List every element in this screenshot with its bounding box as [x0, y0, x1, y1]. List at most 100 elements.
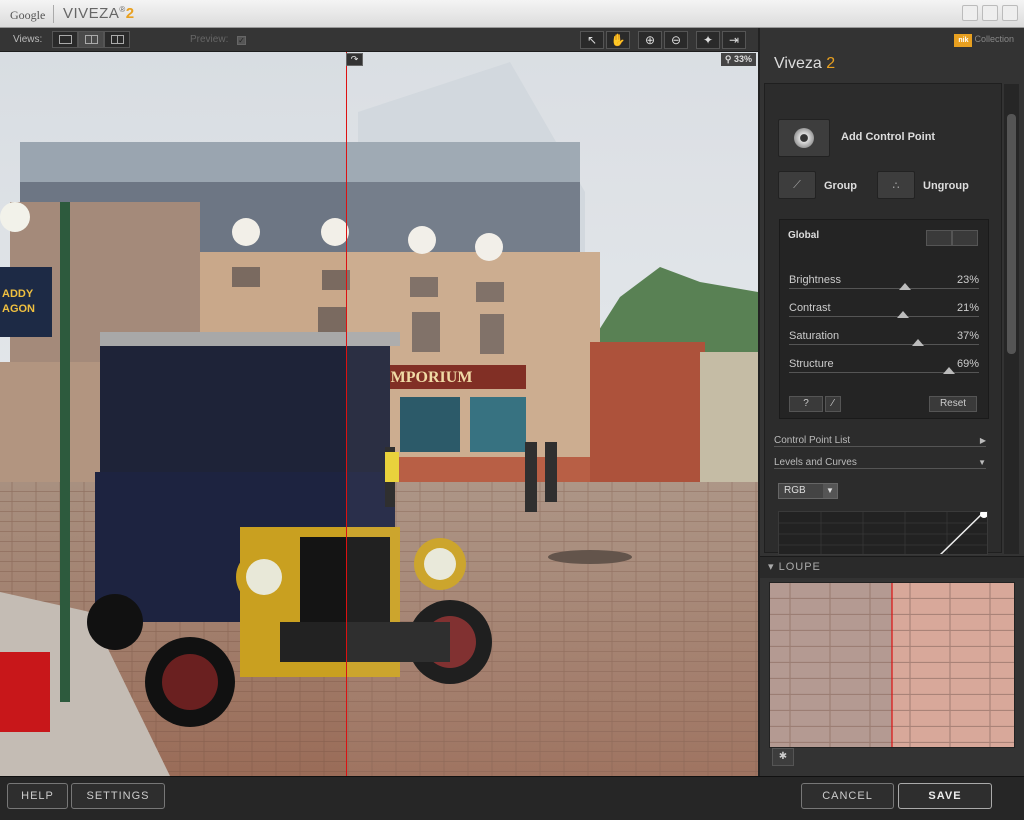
loupe-header[interactable]: ▾ LOUPE [760, 556, 1024, 578]
preview-label: Preview: [190, 34, 229, 45]
contrast-slider[interactable]: Contrast 21% [789, 302, 979, 324]
panel-title-name: Viveza [774, 55, 822, 72]
slider-track [789, 316, 979, 317]
google-label: Google [10, 8, 46, 22]
scrollbar-thumb[interactable] [1007, 114, 1016, 354]
loupe-image [770, 583, 1014, 747]
export-icon: ⇥ [728, 33, 740, 47]
preview-checkbox[interactable]: ✓ [237, 36, 246, 45]
channel-select[interactable]: RGB ▼ [778, 483, 838, 499]
expand-arrow-icon: ▶ [979, 436, 986, 445]
slider-knob[interactable] [898, 283, 911, 290]
channel-select-value: RGB [784, 485, 806, 496]
curve-svg [779, 512, 988, 554]
views-label: Views: [13, 34, 43, 45]
slider-label: Contrast [789, 302, 831, 314]
slider-value: 69% [956, 358, 979, 370]
right-panel: nik Collection Viveza 2 Add Control Point… [758, 28, 1024, 776]
close-button[interactable] [1002, 5, 1018, 21]
ungroup-icon: ∴ [892, 179, 900, 192]
panel-title: Viveza 2 [774, 55, 835, 73]
curves-graph[interactable] [778, 511, 988, 555]
expand-sliders-button[interactable] [952, 230, 978, 246]
slider-knob[interactable] [912, 339, 925, 346]
global-adjustments-box: Global Brightness 23% Contrast 21% Satur… [779, 219, 989, 419]
collection-label: Collection [974, 34, 1014, 44]
split-divider-line[interactable] [346, 52, 347, 776]
panel-scrollbar[interactable] [1004, 84, 1019, 554]
side-by-side-icon [110, 35, 124, 44]
help-toggle-button[interactable]: ? [789, 396, 823, 412]
hand-tool-button[interactable]: ✋ [606, 31, 630, 49]
image-preview[interactable]: EMPORIUM ADDY AGON ↷ ⚲ 33% [0, 52, 758, 776]
control-point-list-section[interactable]: Control Point List ▶ [774, 435, 986, 447]
curve-point[interactable] [980, 512, 988, 518]
add-control-point-label: Add Control Point [841, 131, 936, 143]
group-button[interactable]: ⟋ [778, 171, 816, 199]
ungroup-button[interactable]: ∴ [877, 171, 915, 199]
section-label: Levels and Curves [774, 457, 857, 468]
global-title: Global [788, 230, 820, 241]
loupe-pin-button[interactable]: ✱ [772, 748, 794, 766]
zoom-out-button[interactable]: ⊖ [664, 31, 688, 49]
nik-collection-logo: nik Collection [954, 34, 1014, 47]
arrow-icon: ↖ [586, 33, 598, 47]
svg-text:ADDY: ADDY [2, 288, 34, 300]
split-view-icon [84, 35, 98, 44]
eyedropper-button[interactable]: ⁄ [825, 396, 841, 412]
brightness-slider[interactable]: Brightness 23% [789, 274, 979, 296]
preview-toolbar: Views: Preview: ✓ ↖ ✋ ⊕ ⊖ ✦ ⇥ [0, 28, 758, 52]
slider-label: Brightness [789, 274, 841, 286]
title-separator [53, 5, 54, 23]
add-control-point-button[interactable] [778, 119, 830, 157]
collapse-sliders-button[interactable] [926, 230, 952, 246]
eyedropper-icon: ⁄ [832, 398, 834, 409]
zoom-level-value: 33% [733, 54, 752, 64]
saturation-slider[interactable]: Saturation 37% [789, 330, 979, 352]
maximize-button[interactable] [982, 5, 998, 21]
svg-text:AGON: AGON [2, 303, 35, 315]
nik-badge: nik [954, 34, 973, 47]
chevron-down-icon: ▼ [823, 484, 837, 498]
app-name: VIVEZA [63, 5, 120, 22]
control-point-tool-button[interactable]: ✦ [696, 31, 720, 49]
zoom-in-button[interactable]: ⊕ [638, 31, 662, 49]
export-button[interactable]: ⇥ [722, 31, 746, 49]
app-title: VIVEZA®2 [63, 5, 135, 22]
zoom-level-badge: ⚲ 33% [720, 53, 756, 66]
bottom-bar: HELP SETTINGS CANCEL SAVE [0, 776, 1024, 820]
split-view-button[interactable] [78, 31, 104, 48]
structure-slider[interactable]: Structure 69% [789, 358, 979, 380]
side-by-side-view-button[interactable] [104, 31, 130, 48]
loupe-title: LOUPE [778, 561, 821, 573]
title-bar: Google VIVEZA®2 [0, 0, 1024, 28]
zoom-out-icon: ⊖ [670, 33, 682, 47]
slider-track [789, 344, 979, 345]
slider-value: 37% [956, 330, 979, 342]
group-icon: ⟋ [793, 178, 801, 191]
street-scene-photo: EMPORIUM ADDY AGON [0, 52, 758, 776]
split-divider-handle[interactable]: ↷ [346, 53, 363, 66]
single-view-button[interactable] [52, 31, 78, 48]
save-button[interactable]: SAVE [898, 783, 992, 809]
arrow-tool-button[interactable]: ↖ [580, 31, 604, 49]
loupe-view [769, 582, 1015, 748]
levels-curves-section[interactable]: Levels and Curves ▼ [774, 457, 986, 469]
reset-button[interactable]: Reset [929, 396, 977, 412]
control-point-icon: ✦ [702, 33, 714, 47]
slider-track [789, 288, 979, 289]
group-label: Group [824, 180, 857, 192]
zoom-in-icon: ⊕ [644, 33, 656, 47]
section-label: Control Point List [774, 435, 851, 446]
cancel-button[interactable]: CANCEL [801, 783, 894, 809]
app-version: 2 [125, 5, 135, 22]
minimize-button[interactable] [962, 5, 978, 21]
settings-button[interactable]: SETTINGS [71, 783, 165, 809]
help-button[interactable]: HELP [7, 783, 68, 809]
collapse-arrow-icon: ▼ [978, 458, 986, 467]
slider-knob[interactable] [942, 367, 955, 374]
slider-label: Saturation [789, 330, 840, 342]
slider-knob[interactable] [897, 311, 909, 318]
pin-icon: ✱ [778, 751, 788, 762]
control-point-icon [794, 128, 814, 148]
